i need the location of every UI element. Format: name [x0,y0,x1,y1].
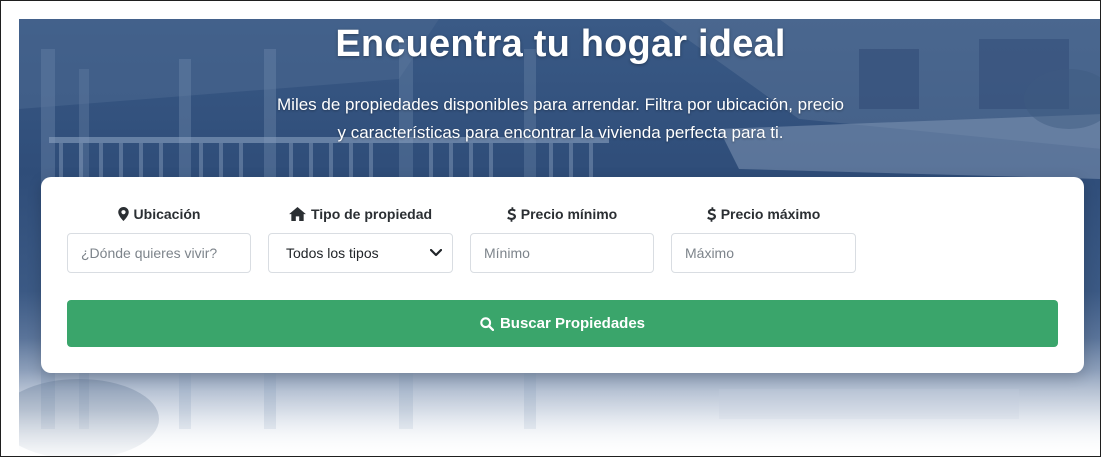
chevron-down-icon [430,249,442,257]
search-properties-button[interactable]: Buscar Propiedades [67,300,1058,347]
max-price-input[interactable] [671,233,856,273]
home-icon [289,207,306,221]
property-type-field: Tipo de propiedad Todos los tipos [268,203,453,273]
page-frame: Encuentra tu hogar ideal Miles de propie… [0,0,1101,457]
property-type-selected-value: Todos los tipos [286,245,379,261]
property-type-label: Tipo de propiedad [268,203,453,225]
hero-subtitle-line-1: Miles de propiedades disponibles para ar… [277,95,844,114]
search-icon [480,316,494,331]
dollar-icon [506,206,516,222]
property-type-select[interactable]: Todos los tipos [268,233,453,273]
location-input[interactable] [67,233,251,273]
hero-title: Encuentra tu hogar ideal [335,23,786,65]
min-price-label: Precio mínimo [470,203,654,225]
search-card: Ubicación Tipo de propiedad Todos los ti… [41,177,1084,373]
hero-subtitle-line-2: y características para encontrar la vivi… [337,123,784,142]
max-price-label-text: Precio máximo [720,206,821,222]
map-marker-icon [117,207,129,221]
max-price-field: Precio máximo [671,203,856,273]
hero-subtitle: Miles de propiedades disponibles para ar… [19,91,1100,147]
min-price-field: Precio mínimo [470,203,654,273]
search-button-label: Buscar Propiedades [499,315,646,332]
min-price-label-text: Precio mínimo [520,206,618,222]
min-price-input[interactable] [470,233,654,273]
location-field: Ubicación [67,203,251,273]
location-label-text: Ubicación [133,206,201,222]
max-price-label: Precio máximo [671,203,856,225]
location-label: Ubicación [67,203,251,225]
dollar-icon [706,206,716,222]
property-type-label-text: Tipo de propiedad [310,206,433,222]
